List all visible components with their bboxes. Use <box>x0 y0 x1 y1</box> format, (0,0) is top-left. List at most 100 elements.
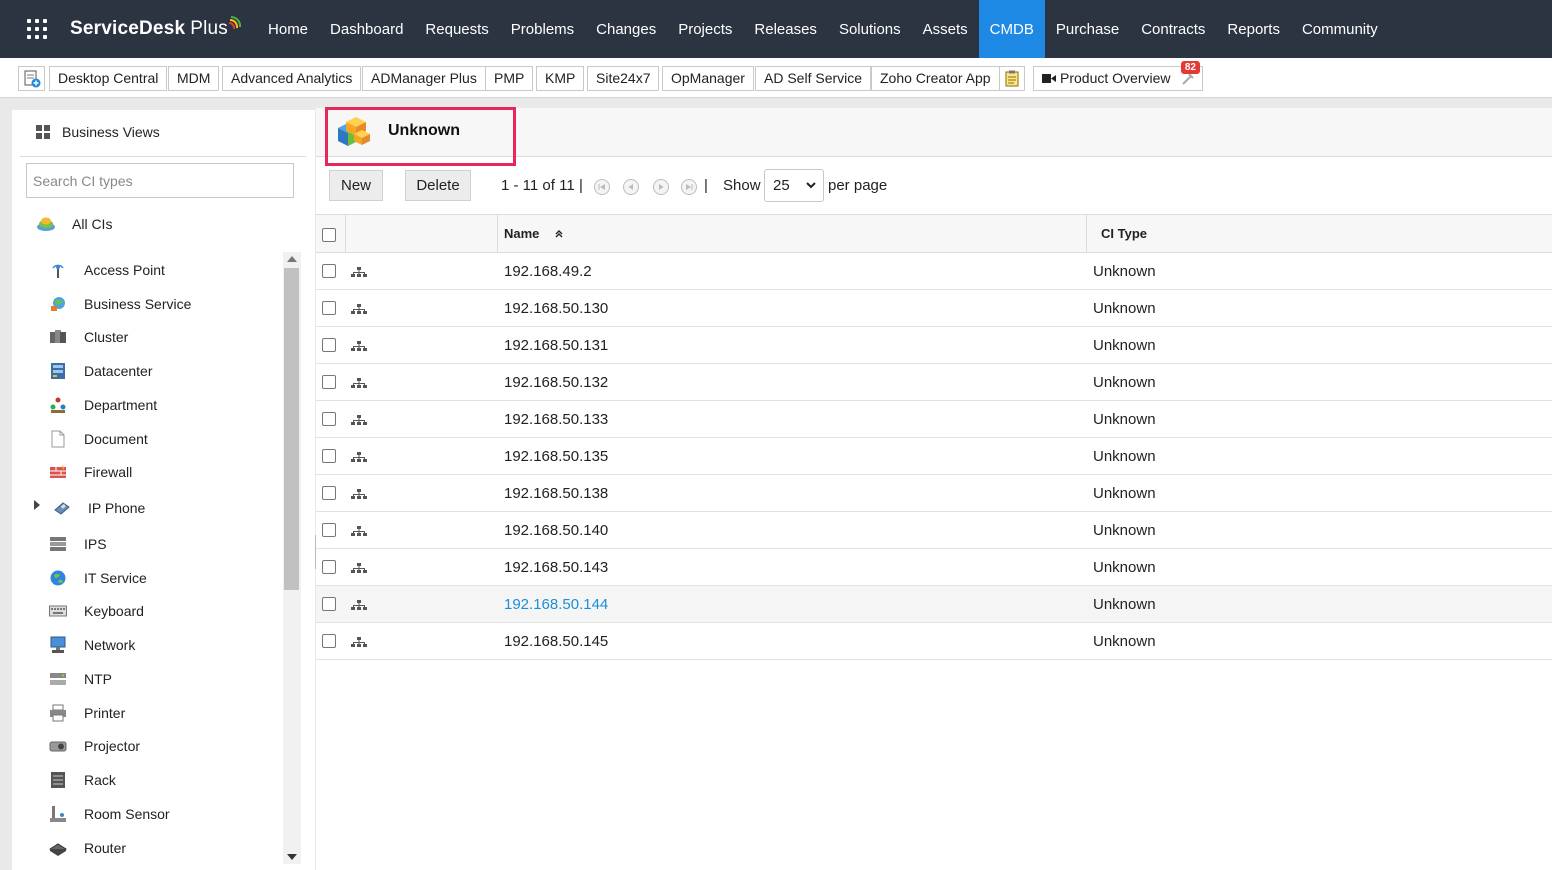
nav-requests[interactable]: Requests <box>414 0 499 58</box>
row-checkbox[interactable] <box>322 597 336 611</box>
new-button[interactable]: New <box>329 170 383 201</box>
ci-type-ntp[interactable]: NTP <box>48 667 112 691</box>
sidebar-scrollbar[interactable] <box>283 252 301 864</box>
row-checkbox[interactable] <box>322 412 336 426</box>
row-checkbox[interactable] <box>322 560 336 574</box>
nav-assets[interactable]: Assets <box>912 0 979 58</box>
ci-name-link[interactable]: 192.168.50.135 <box>504 448 608 465</box>
ci-name-link[interactable]: 192.168.50.143 <box>504 559 608 576</box>
row-checkbox[interactable] <box>322 301 336 315</box>
nav-solutions[interactable]: Solutions <box>828 0 912 58</box>
table-row[interactable]: 192.168.50.131 Unknown <box>316 327 1552 364</box>
scroll-thumb[interactable] <box>284 268 299 590</box>
ci-type-room-sensor[interactable]: Room Sensor <box>48 802 170 826</box>
quicklink-ad-self-service[interactable]: AD Self Service <box>755 66 872 91</box>
quicklink-pmp[interactable]: PMP <box>485 66 534 91</box>
row-checkbox[interactable] <box>322 449 336 463</box>
previous-page-icon[interactable] <box>623 179 639 195</box>
nav-releases[interactable]: Releases <box>743 0 828 58</box>
ci-type-network[interactable]: Network <box>48 633 135 657</box>
relationship-map-icon[interactable] <box>351 637 367 648</box>
next-page-icon[interactable] <box>653 179 669 195</box>
first-page-icon[interactable] <box>594 179 610 195</box>
nav-reports[interactable]: Reports <box>1216 0 1291 58</box>
new-request-icon[interactable] <box>18 66 45 91</box>
table-row[interactable]: 192.168.50.135 Unknown <box>316 438 1552 475</box>
nav-home[interactable]: Home <box>257 0 319 58</box>
ci-type-ip-phone[interactable]: IP Phone <box>52 496 145 520</box>
quicklink-admanager-plus[interactable]: ADManager Plus <box>362 66 486 91</box>
nav-cmdb[interactable]: CMDB <box>978 0 1045 58</box>
ci-name-link[interactable]: 192.168.50.130 <box>504 300 608 317</box>
row-checkbox[interactable] <box>322 375 336 389</box>
row-checkbox[interactable] <box>322 264 336 278</box>
business-views-link[interactable]: Business Views <box>36 124 160 140</box>
ci-type-keyboard[interactable]: Keyboard <box>48 599 144 623</box>
ci-type-datacenter[interactable]: Datacenter <box>48 359 152 383</box>
relationship-map-icon[interactable] <box>351 378 367 389</box>
ci-type-cluster[interactable]: Cluster <box>48 325 128 349</box>
ci-name-link[interactable]: 192.168.50.144 <box>504 596 608 613</box>
nav-purchase[interactable]: Purchase <box>1045 0 1130 58</box>
sort-ascending-icon[interactable] <box>555 229 563 239</box>
quicklink-site24x7[interactable]: Site24x7 <box>587 66 660 91</box>
quicklink-opmanager[interactable]: OpManager <box>662 66 754 91</box>
row-checkbox[interactable] <box>322 338 336 352</box>
product-overview-button[interactable]: Product Overview 82 <box>1033 61 1203 91</box>
scroll-down-arrow-icon[interactable] <box>287 854 297 860</box>
relationship-map-icon[interactable] <box>351 267 367 278</box>
ci-type-router[interactable]: Router <box>48 836 126 860</box>
table-row[interactable]: 192.168.50.140 Unknown <box>316 512 1552 549</box>
quicklink-zoho-creator-app[interactable]: Zoho Creator App <box>871 66 1000 91</box>
ci-name-link[interactable]: 192.168.50.131 <box>504 337 608 354</box>
column-header-ci-type[interactable]: CI Type <box>1101 226 1147 241</box>
relationship-map-icon[interactable] <box>351 489 367 500</box>
relationship-map-icon[interactable] <box>351 563 367 574</box>
relationship-map-icon[interactable] <box>351 452 367 463</box>
nav-changes[interactable]: Changes <box>585 0 667 58</box>
ci-name-link[interactable]: 192.168.50.132 <box>504 374 608 391</box>
table-row[interactable]: 192.168.50.133 Unknown <box>316 401 1552 438</box>
last-page-icon[interactable] <box>681 179 697 195</box>
ci-type-firewall[interactable]: Firewall <box>48 460 132 484</box>
row-checkbox[interactable] <box>322 634 336 648</box>
ci-type-document[interactable]: Document <box>48 427 148 451</box>
ci-type-department[interactable]: Department <box>48 393 157 417</box>
ci-name-link[interactable]: 192.168.50.140 <box>504 522 608 539</box>
quicklink-advanced-analytics[interactable]: Advanced Analytics <box>222 66 362 91</box>
delete-button[interactable]: Delete <box>405 170 471 201</box>
ci-type-ips[interactable]: IPS <box>48 532 107 556</box>
ci-type-it-service[interactable]: IT Service <box>48 566 147 590</box>
nav-projects[interactable]: Projects <box>667 0 743 58</box>
table-row[interactable]: 192.168.50.143 Unknown <box>316 549 1552 586</box>
all-cis-link[interactable]: All CIs <box>36 216 112 232</box>
notes-icon[interactable] <box>999 66 1025 91</box>
brand-logo[interactable]: ServiceDesk Plus <box>70 15 243 40</box>
row-checkbox[interactable] <box>322 486 336 500</box>
table-row[interactable]: 192.168.50.132 Unknown <box>316 364 1552 401</box>
table-row[interactable]: 192.168.50.138 Unknown <box>316 475 1552 512</box>
table-row[interactable]: 192.168.50.130 Unknown <box>316 290 1552 327</box>
ci-name-link[interactable]: 192.168.50.138 <box>504 485 608 502</box>
nav-contracts[interactable]: Contracts <box>1130 0 1216 58</box>
ci-type-printer[interactable]: Printer <box>48 701 125 725</box>
announcement-icon[interactable] <box>1181 72 1195 86</box>
column-header-name[interactable]: Name <box>504 226 563 241</box>
notification-badge[interactable]: 82 <box>1180 61 1200 74</box>
scroll-up-arrow-icon[interactable] <box>287 256 297 262</box>
quicklink-mdm[interactable]: MDM <box>168 66 220 91</box>
ci-type-rack[interactable]: Rack <box>48 768 116 792</box>
ci-type-projector[interactable]: Projector <box>48 734 140 758</box>
table-row[interactable]: 192.168.49.2 Unknown <box>316 253 1552 290</box>
row-checkbox[interactable] <box>322 523 336 537</box>
ci-name-link[interactable]: 192.168.50.133 <box>504 411 608 428</box>
nav-dashboard[interactable]: Dashboard <box>319 0 414 58</box>
ci-type-access-point[interactable]: Access Point <box>48 258 165 282</box>
nav-problems[interactable]: Problems <box>500 0 585 58</box>
search-ci-types-input[interactable] <box>26 163 294 198</box>
ci-type-business-service[interactable]: Business Service <box>48 292 191 316</box>
relationship-map-icon[interactable] <box>351 341 367 352</box>
quicklink-desktop-central[interactable]: Desktop Central <box>49 66 168 91</box>
relationship-map-icon[interactable] <box>351 415 367 426</box>
app-launcher-icon[interactable] <box>27 19 47 39</box>
